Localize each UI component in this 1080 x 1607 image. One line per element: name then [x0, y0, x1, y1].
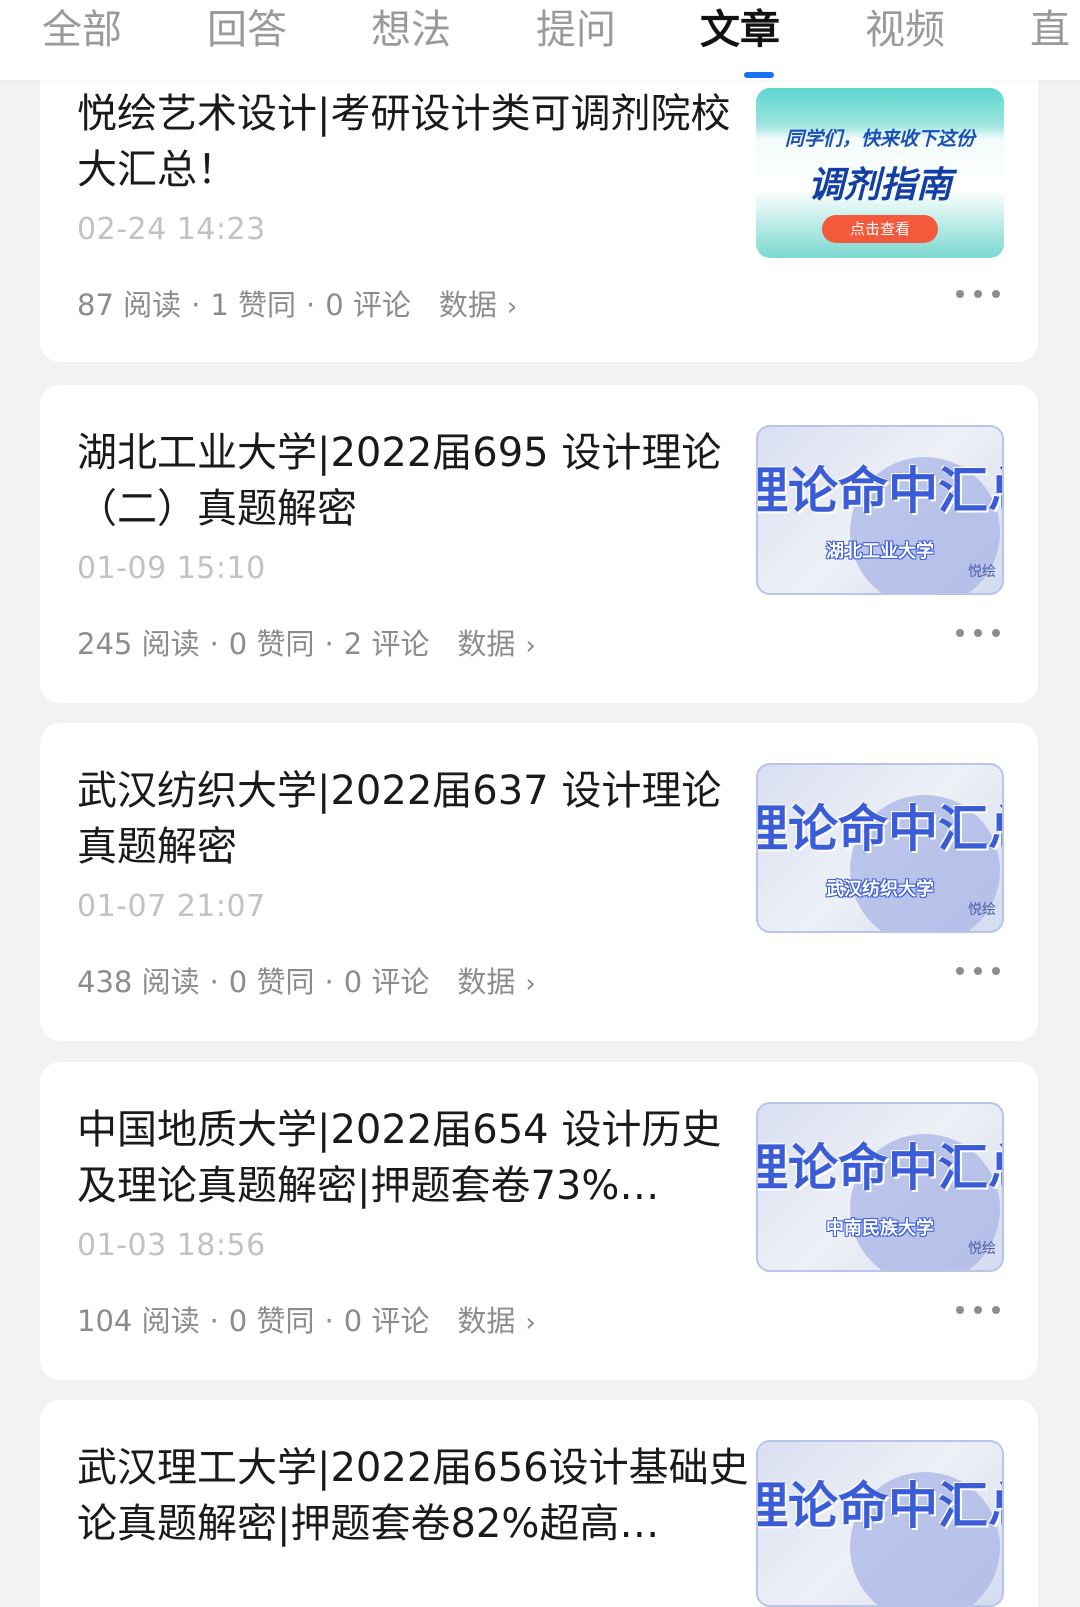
tab-bar: 全部 回答 想法 提问 文章 视频 直 — [0, 0, 1080, 80]
tab-thoughts[interactable]: 想法 — [371, 4, 451, 64]
active-tab-indicator — [744, 72, 774, 78]
article-stats: 87 阅读 · 1 赞同 · 0 评论 数据 › — [77, 282, 517, 324]
separator-dot: · — [306, 288, 316, 322]
article-title[interactable]: 悦绘艺术设计|考研设计类可调剂院校大汇总！ — [77, 86, 757, 198]
article-stats: 438 阅读 · 0 赞同 · 0 评论 数据 › — [77, 959, 536, 1001]
thumbnail-brand: 悦绘 — [968, 902, 996, 918]
thumbnail-headline: 理论命中汇总 — [758, 800, 1002, 858]
article-thumbnail[interactable]: 理论命中汇总 湖北工业大学 悦绘 — [756, 425, 1004, 595]
like-count: 0 赞同 — [228, 1304, 315, 1338]
article-card[interactable]: 湖北工业大学|2022届695 设计理论（二）真题解密 01-09 15:10 … — [40, 385, 1038, 703]
separator-dot: · — [324, 1304, 334, 1338]
article-card[interactable]: 武汉纺织大学|2022届637 设计理论真题解密 01-07 21:07 438… — [40, 723, 1038, 1041]
comment-count: 0 评论 — [343, 965, 430, 999]
tab-articles[interactable]: 文章 — [700, 4, 780, 64]
thumbnail-headline: 理论命中汇总 — [758, 1139, 1002, 1197]
more-options-icon[interactable] — [956, 288, 1000, 300]
data-link[interactable]: 数据 › — [457, 627, 535, 661]
comment-count: 0 评论 — [325, 288, 411, 322]
data-link[interactable]: 数据 › — [457, 965, 535, 999]
tab-videos[interactable]: 视频 — [865, 4, 945, 64]
comment-count: 2 评论 — [343, 627, 430, 661]
chevron-right-icon: › — [506, 292, 518, 322]
thumbnail-school: 湖北工业大学 — [826, 541, 934, 562]
more-options-icon[interactable] — [956, 965, 1000, 977]
like-count: 0 赞同 — [228, 965, 315, 999]
thumbnail-headline: 调剂指南 — [807, 165, 952, 206]
thumbnail-school: 中南民族大学 — [826, 1218, 934, 1239]
article-date: 01-09 15:10 — [77, 551, 266, 586]
thumbnail-text: 同学们，快来收下这份 — [784, 128, 975, 150]
article-date: 01-03 18:56 — [77, 1228, 266, 1263]
chevron-right-icon: › — [525, 969, 536, 999]
article-thumbnail[interactable]: 同学们，快来收下这份 调剂指南 点击查看 — [756, 88, 1004, 258]
article-date: 02-24 14:23 — [77, 212, 266, 247]
article-title[interactable]: 中国地质大学|2022届654 设计历史及理论真题解密|押题套卷73%… — [77, 1102, 757, 1214]
article-card[interactable]: 中国地质大学|2022届654 设计历史及理论真题解密|押题套卷73%… 01-… — [40, 1062, 1038, 1380]
article-title[interactable]: 武汉纺织大学|2022届637 设计理论真题解密 — [77, 763, 757, 875]
tab-live[interactable]: 直 — [1030, 4, 1070, 64]
data-link-label: 数据 — [457, 965, 516, 999]
tab-questions[interactable]: 提问 — [536, 4, 616, 64]
data-link[interactable]: 数据 › — [457, 1304, 535, 1338]
like-count: 1 赞同 — [210, 288, 297, 322]
thumbnail-headline: 理论命中汇总 — [758, 462, 1002, 520]
thumbnail-headline: 理论命中汇总 — [758, 1477, 1002, 1535]
data-link-label: 数据 — [438, 288, 497, 322]
more-options-icon[interactable] — [956, 1304, 1000, 1316]
chevron-right-icon: › — [525, 631, 536, 661]
separator-dot: · — [324, 627, 334, 661]
more-options-icon[interactable] — [956, 627, 1000, 639]
thumbnail-school: 武汉纺织大学 — [826, 879, 934, 900]
read-count: 87 阅读 — [77, 288, 182, 322]
article-title[interactable]: 湖北工业大学|2022届695 设计理论（二）真题解密 — [77, 425, 757, 537]
read-count: 245 阅读 — [77, 627, 200, 661]
article-thumbnail[interactable]: 理论命中汇总 — [756, 1440, 1004, 1607]
thumbnail-brand: 悦绘 — [968, 564, 996, 580]
data-link-label: 数据 — [457, 627, 516, 661]
separator-dot: · — [324, 965, 334, 999]
article-stats: 245 阅读 · 0 赞同 · 2 评论 数据 › — [77, 621, 536, 663]
thumbnail-brand: 悦绘 — [968, 1241, 996, 1257]
comment-count: 0 评论 — [343, 1304, 430, 1338]
data-link-label: 数据 — [457, 1304, 516, 1338]
data-link[interactable]: 数据 › — [439, 288, 517, 322]
article-card[interactable]: 武汉理工大学|2022届656设计基础史论真题解密|押题套卷82%超高… 理论命… — [40, 1400, 1038, 1607]
article-title[interactable]: 武汉理工大学|2022届656设计基础史论真题解密|押题套卷82%超高… — [77, 1440, 757, 1552]
read-count: 104 阅读 — [77, 1304, 200, 1338]
separator-dot: · — [209, 965, 219, 999]
thumbnail-button-text: 点击查看 — [822, 215, 938, 243]
separator-dot: · — [209, 1304, 219, 1338]
article-stats: 104 阅读 · 0 赞同 · 0 评论 数据 › — [77, 1298, 536, 1340]
article-thumbnail[interactable]: 理论命中汇总 中南民族大学 悦绘 — [756, 1102, 1004, 1272]
chevron-right-icon: › — [525, 1308, 536, 1338]
separator-dot: · — [209, 627, 219, 661]
like-count: 0 赞同 — [228, 627, 315, 661]
article-date: 01-07 21:07 — [77, 889, 266, 924]
article-thumbnail[interactable]: 理论命中汇总 武汉纺织大学 悦绘 — [756, 763, 1004, 933]
tab-all[interactable]: 全部 — [42, 4, 122, 64]
tab-answers[interactable]: 回答 — [207, 4, 287, 64]
separator-dot: · — [191, 288, 201, 322]
article-card[interactable]: 悦绘艺术设计|考研设计类可调剂院校大汇总！ 02-24 14:23 87 阅读 ·… — [40, 44, 1038, 362]
read-count: 438 阅读 — [77, 965, 200, 999]
